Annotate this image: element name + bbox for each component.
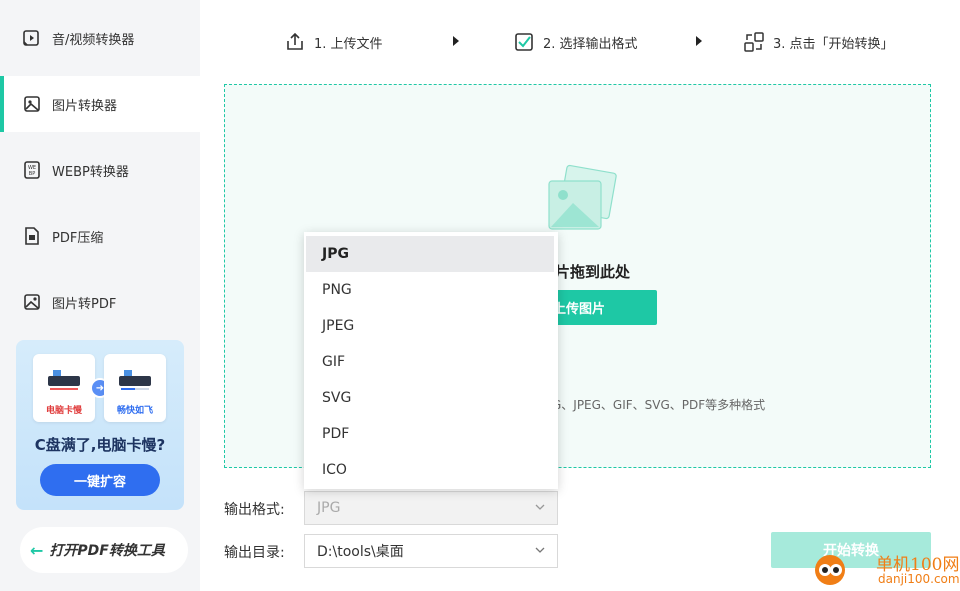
svg-text:BP: BP: [29, 171, 35, 177]
upload-icon: [284, 31, 306, 53]
output-dir-select[interactable]: D:\tools\桌面: [304, 534, 558, 568]
step-label: 2. 选择输出格式: [543, 36, 638, 52]
output-dir-label: 输出目录:: [224, 545, 285, 561]
fast-pc-card: 畅快如飞: [104, 354, 166, 422]
slow-pc-card: 电脑卡慢: [33, 354, 95, 422]
watermark-logo-icon: [815, 555, 845, 585]
step-arrow-icon: [453, 36, 459, 46]
open-pdf-tool-label: 打开PDF转换工具: [49, 543, 165, 559]
format-option-gif[interactable]: GIF: [306, 344, 554, 380]
output-format-label: 输出格式:: [224, 502, 285, 518]
format-option-svg[interactable]: SVG: [306, 380, 554, 416]
sidebar-item-label: PDF压缩: [52, 230, 104, 246]
format-option-ico[interactable]: ICO: [306, 452, 554, 488]
output-dir-value: D:\tools\桌面: [317, 544, 404, 560]
pdf-compress-icon: [22, 226, 42, 246]
output-format-select[interactable]: JPG: [304, 491, 558, 525]
sidebar-item-video-converter[interactable]: 音/视频转换器: [0, 10, 200, 66]
image-convert-icon: [22, 94, 42, 114]
sidebar-item-label: 音/视频转换器: [52, 32, 135, 48]
sidebar-item-webp-converter[interactable]: WE BP WEBP转换器: [0, 142, 200, 198]
output-format-value: JPG: [317, 500, 341, 516]
hard-drive-icon: [119, 370, 151, 390]
step-arrow-icon: [696, 36, 702, 46]
site-watermark: 单机100网 danji100.com: [808, 548, 960, 591]
sidebar-item-image-to-pdf[interactable]: 图片转PDF: [0, 274, 200, 330]
convert-icon: [743, 31, 765, 53]
step-label: 3. 点击「开始转换」: [773, 36, 894, 52]
open-pdf-tool-button[interactable]: ← 打开PDF转换工具: [20, 527, 188, 573]
step-upload: 1. 上传文件: [284, 30, 383, 54]
checkbox-icon: [513, 31, 535, 53]
sidebar-item-label: WEBP转换器: [52, 164, 129, 180]
step-select-format: 2. 选择输出格式: [513, 30, 638, 54]
format-option-jpeg[interactable]: JPEG: [306, 308, 554, 344]
watermark-domain: danji100.com: [878, 572, 960, 586]
sidebar-item-image-converter[interactable]: 图片转换器: [0, 76, 200, 132]
image-placeholder-icon: [548, 164, 617, 230]
sidebar-item-label: 图片转换器: [52, 98, 118, 114]
format-dropdown-menu: JPG PNG JPEG GIF SVG PDF ICO: [304, 232, 558, 489]
chevron-down-icon: [535, 547, 545, 553]
expand-disk-button[interactable]: 一键扩容: [40, 464, 160, 496]
step-start-convert: 3. 点击「开始转换」: [743, 30, 894, 54]
sidebar-item-pdf-compress[interactable]: PDF压缩: [0, 208, 200, 264]
step-label: 1. 上传文件: [314, 36, 383, 52]
image-to-pdf-icon: [22, 292, 42, 312]
chevron-down-icon: [535, 504, 545, 510]
promo-title: C盘满了,电脑卡慢?: [34, 436, 166, 454]
hard-drive-icon: [48, 370, 80, 390]
format-option-jpg[interactable]: JPG: [306, 236, 554, 272]
arrow-left-icon: ←: [30, 540, 44, 560]
sidebar-item-label: 图片转PDF: [52, 296, 117, 312]
slow-label: 电脑卡慢: [45, 406, 82, 416]
webp-icon: WE BP: [22, 160, 42, 180]
supported-formats-hint: NG、JPEG、GIF、SVG、PDF等多种格式: [543, 398, 766, 412]
sidebar: 音/视频转换器 图片转换器 WE BP WEBP转换器 PDF压缩 图片转PDF …: [0, 0, 200, 591]
format-option-pdf[interactable]: PDF: [306, 416, 554, 452]
video-convert-icon: [22, 28, 42, 48]
disk-expand-promo[interactable]: 电脑卡慢 ➜ 畅快如飞 C盘满了,电脑卡慢? 一键扩容: [16, 340, 184, 510]
drag-here-text: 片拖到此处: [555, 263, 631, 281]
upload-image-button[interactable]: 上传图片: [541, 290, 657, 325]
fast-label: 畅快如飞: [116, 406, 153, 416]
format-option-png[interactable]: PNG: [306, 272, 554, 308]
